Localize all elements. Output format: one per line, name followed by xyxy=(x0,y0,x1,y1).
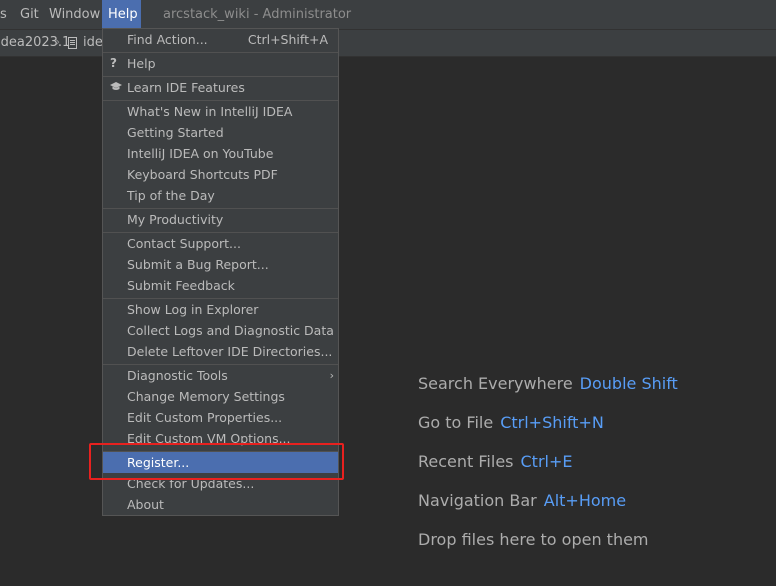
hint-drop-files: Drop files here to open them xyxy=(418,530,649,549)
menu-item-label: Show Log in Explorer xyxy=(127,302,259,317)
menu-item-label: Contact Support... xyxy=(127,236,241,251)
graduation-cap-icon xyxy=(110,77,122,98)
menu-item-diagnostic-tools[interactable]: Diagnostic Tools › xyxy=(103,365,338,386)
menu-item-shortcut: Ctrl+Shift+A xyxy=(247,32,328,47)
menu-item-label: About xyxy=(127,497,164,512)
menu-item-label: Keyboard Shortcuts PDF xyxy=(127,167,278,182)
menu-git[interactable]: Git xyxy=(14,0,45,29)
menu-item-getting-started[interactable]: Getting Started xyxy=(103,122,338,143)
menu-item-edit-custom-properties[interactable]: Edit Custom Properties... xyxy=(103,407,338,428)
hint-navigation-bar: Navigation Bar Alt+Home xyxy=(418,491,626,510)
hint-recent-files: Recent Files Ctrl+E xyxy=(418,452,572,471)
menu-item-help[interactable]: ? Help xyxy=(103,53,338,74)
chevron-right-icon: › xyxy=(55,35,61,50)
hint-label: Go to File xyxy=(418,413,494,432)
hint-search-everywhere: Search Everywhere Double Shift xyxy=(418,374,678,393)
menu-item-label: Submit Feedback xyxy=(127,278,235,293)
menu-item-show-log[interactable]: Show Log in Explorer xyxy=(103,299,338,320)
menu-item-label: Diagnostic Tools xyxy=(127,368,228,383)
menu-item-find-action[interactable]: Find Action... Ctrl+Shift+A xyxy=(103,29,338,50)
submenu-arrow-icon: › xyxy=(329,369,334,382)
hint-label: Search Everywhere xyxy=(418,374,573,393)
hint-shortcut: Ctrl+Shift+N xyxy=(500,413,604,432)
menu-item-submit-feedback[interactable]: Submit Feedback xyxy=(103,275,338,296)
hint-shortcut: Ctrl+E xyxy=(520,452,573,471)
hint-label: Navigation Bar xyxy=(418,491,537,510)
question-icon: ? xyxy=(110,56,117,70)
menu-item-tip-of-the-day[interactable]: Tip of the Day xyxy=(103,185,338,206)
menu-item-whats-new[interactable]: What's New in IntelliJ IDEA xyxy=(103,101,338,122)
menu-item-label: Change Memory Settings xyxy=(127,389,285,404)
menu-item-my-productivity[interactable]: My Productivity xyxy=(103,209,338,230)
menu-item-learn-ide-features[interactable]: Learn IDE Features xyxy=(103,77,338,98)
menu-partial[interactable]: s xyxy=(0,0,9,29)
menu-item-contact-support[interactable]: Contact Support... xyxy=(103,233,338,254)
main-menu-bar: s Git Window Help arcstack_wiki - Admini… xyxy=(0,0,776,30)
menu-item-label: Tip of the Day xyxy=(127,188,215,203)
menu-window[interactable]: Window xyxy=(43,0,106,29)
menu-item-label: Learn IDE Features xyxy=(127,80,245,95)
menu-item-label: Edit Custom Properties... xyxy=(127,410,283,425)
menu-item-label: IntelliJ IDEA on YouTube xyxy=(127,146,274,161)
hint-label: Recent Files xyxy=(418,452,514,471)
menu-item-delete-leftover-dirs[interactable]: Delete Leftover IDE Directories... xyxy=(103,341,338,362)
annotation-highlight-box xyxy=(89,443,344,480)
menu-item-keyboard-shortcuts[interactable]: Keyboard Shortcuts PDF xyxy=(103,164,338,185)
hint-go-to-file: Go to File Ctrl+Shift+N xyxy=(418,413,604,432)
menu-item-label: What's New in IntelliJ IDEA xyxy=(127,104,293,119)
window-title: arcstack_wiki - Administrator xyxy=(163,7,352,22)
menu-item-label: Submit a Bug Report... xyxy=(127,257,269,272)
menu-item-label: Collect Logs and Diagnostic Data xyxy=(127,323,334,338)
hint-label: Drop files here to open them xyxy=(418,530,649,549)
menu-item-change-memory[interactable]: Change Memory Settings xyxy=(103,386,338,407)
breadcrumb-folder[interactable]: ide xyxy=(83,30,103,56)
menu-help[interactable]: Help xyxy=(102,0,141,29)
file-icon xyxy=(68,37,77,49)
menu-item-submit-bug-report[interactable]: Submit a Bug Report... xyxy=(103,254,338,275)
menu-item-label: Find Action... xyxy=(127,32,208,47)
menu-item-label: Getting Started xyxy=(127,125,224,140)
menu-item-label: Delete Leftover IDE Directories... xyxy=(127,344,333,359)
menu-item-label: My Productivity xyxy=(127,212,224,227)
menu-item-collect-logs[interactable]: Collect Logs and Diagnostic Data xyxy=(103,320,338,341)
hint-shortcut: Double Shift xyxy=(579,374,678,393)
menu-item-about[interactable]: About xyxy=(103,494,338,515)
menu-item-label: Help xyxy=(127,56,156,71)
menu-item-youtube[interactable]: IntelliJ IDEA on YouTube xyxy=(103,143,338,164)
hint-shortcut: Alt+Home xyxy=(543,491,627,510)
